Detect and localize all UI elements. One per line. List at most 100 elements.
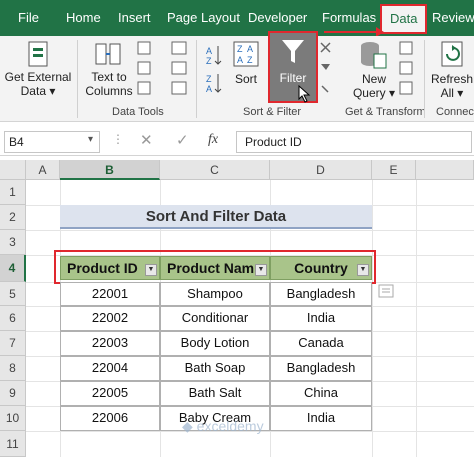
row-header-1[interactable]: 1 [0, 180, 26, 205]
gridline [372, 180, 373, 457]
sheet-title[interactable]: Sort And Filter Data [60, 205, 372, 229]
gridline [416, 180, 417, 457]
sort-az-za-icon[interactable]: A Z Z A [204, 42, 226, 94]
name-box[interactable]: B4 [4, 131, 100, 153]
insert-function-icon[interactable]: fx [208, 132, 218, 148]
group-separator [196, 40, 197, 118]
table-cell[interactable]: India [270, 406, 372, 431]
row-header-9[interactable]: 9 [0, 381, 26, 406]
text-to-columns-label-1: Text to [91, 70, 127, 84]
svg-text:Z: Z [206, 74, 212, 84]
name-box-dropdown-icon[interactable]: ▾ [88, 134, 93, 145]
group-label-connections: Connecti [436, 106, 474, 118]
row-header-8[interactable]: 8 [0, 356, 26, 381]
table-cell[interactable]: 22002 [60, 306, 160, 331]
table-cell[interactable]: 22005 [60, 381, 160, 406]
header-label: Country [294, 260, 348, 276]
gridline [26, 230, 474, 231]
table-cell[interactable]: Bath Soap [160, 356, 270, 381]
get-external-data-label-2: Data ▾ [20, 84, 56, 98]
row-header-3[interactable]: 3 [0, 230, 26, 255]
new-query-button[interactable]: New Query ▾ [350, 72, 398, 100]
table-cell[interactable]: India [270, 306, 372, 331]
row-header-7[interactable]: 7 [0, 331, 26, 356]
tab-file[interactable]: File [18, 0, 39, 36]
text-to-columns-button[interactable]: Text to Columns [84, 70, 134, 98]
table-cell[interactable]: 22001 [60, 282, 160, 306]
table-cell[interactable]: Body Lotion [160, 331, 270, 356]
get-external-data-button[interactable]: Get External Data ▾ [4, 70, 72, 98]
column-header-c[interactable]: C [160, 160, 270, 180]
tab-home[interactable]: Home [66, 0, 101, 36]
tab-insert[interactable]: Insert [118, 0, 151, 36]
group-label-sort-filter: Sort & Filter [243, 106, 302, 118]
filter-button[interactable]: Filter [268, 31, 318, 103]
quick-analysis-icon[interactable] [378, 284, 394, 298]
table-cell[interactable]: 22003 [60, 331, 160, 356]
column-header-d[interactable]: D [270, 160, 372, 180]
table-cell[interactable]: Canada [270, 331, 372, 356]
group-separator [424, 40, 425, 118]
cancel-icon[interactable]: ✕ [140, 131, 153, 149]
table-cell[interactable]: 22006 [60, 406, 160, 431]
svg-text:A: A [247, 44, 253, 54]
formula-bar-dots-icon: ⋮ [112, 132, 124, 146]
refresh-all-icon [441, 41, 463, 67]
ribbon-tab-bar: File Home Insert Page Layout Developer F… [0, 0, 474, 36]
table-cell[interactable]: China [270, 381, 372, 406]
table-cell[interactable]: Bath Salt [160, 381, 270, 406]
row-header-10[interactable]: 10 [0, 406, 26, 431]
get-external-data-icon [28, 41, 48, 67]
header-label: Product ID [67, 260, 138, 276]
svg-text:Z: Z [247, 55, 253, 65]
table-cell[interactable]: Bangladesh [270, 356, 372, 381]
group-separator [77, 40, 78, 118]
column-header-f[interactable] [416, 160, 474, 180]
row-header-4[interactable]: 4 [0, 255, 26, 282]
group-label-get-transform: Get & Transform [345, 106, 426, 118]
column-header-e[interactable]: E [372, 160, 416, 180]
text-to-columns-label-2: Columns [85, 84, 133, 98]
column-header-a[interactable]: A [26, 160, 60, 180]
filter-dropdown-icon[interactable]: ▼ [145, 264, 157, 276]
formula-input[interactable]: Product ID [236, 131, 472, 153]
header-label: Product Nam [167, 260, 255, 276]
refresh-all-label-2: All ▾ [440, 86, 464, 100]
table-cell[interactable]: Shampoo [160, 282, 270, 306]
filter-small-icons[interactable] [318, 40, 334, 100]
row-header-5[interactable]: 5 [0, 282, 26, 306]
mouse-cursor-icon [298, 85, 311, 103]
select-all-corner[interactable] [0, 160, 26, 180]
table-cell[interactable]: 22004 [60, 356, 160, 381]
sort-button[interactable]: Sort [230, 72, 262, 86]
row-header-11[interactable]: 11 [0, 431, 26, 457]
tab-review[interactable]: Review [432, 0, 474, 36]
filter-funnel-icon [282, 40, 304, 63]
data-tools-small-icons-2 [171, 41, 187, 95]
row-header-6[interactable]: 6 [0, 306, 26, 331]
svg-text:A: A [206, 46, 212, 56]
new-query-label-1: New [361, 72, 386, 86]
table-header-product-name[interactable]: Product Nam [160, 256, 270, 280]
text-to-columns-icon [95, 43, 121, 65]
new-query-label-2: Query ▾ [352, 86, 396, 100]
refresh-all-button[interactable]: Refresh All ▾ [430, 72, 474, 100]
watermark-text: exceldemy [196, 418, 264, 434]
tab-data[interactable]: Data [380, 4, 428, 34]
row-header-2[interactable]: 2 [0, 205, 26, 230]
filter-label: Filter [279, 71, 307, 85]
svg-text:Z: Z [237, 44, 243, 54]
table-cell[interactable]: Bangladesh [270, 282, 372, 306]
get-transform-small-icons[interactable] [398, 40, 414, 100]
enter-check-icon[interactable]: ✓ [176, 131, 189, 149]
table-cell[interactable]: Conditionar [160, 306, 270, 331]
svg-text:A: A [237, 55, 243, 65]
data-tools-small-icons [137, 41, 151, 95]
watermark-logo-icon: ◆ [182, 418, 193, 434]
tab-page-layout[interactable]: Page Layout [167, 0, 240, 36]
column-header-b[interactable]: B [60, 160, 160, 180]
sort-icon: Z A A Z [233, 41, 259, 67]
filter-dropdown-icon[interactable]: ▼ [255, 264, 267, 276]
filter-dropdown-icon[interactable]: ▼ [357, 264, 369, 276]
new-query-icon [361, 42, 387, 69]
